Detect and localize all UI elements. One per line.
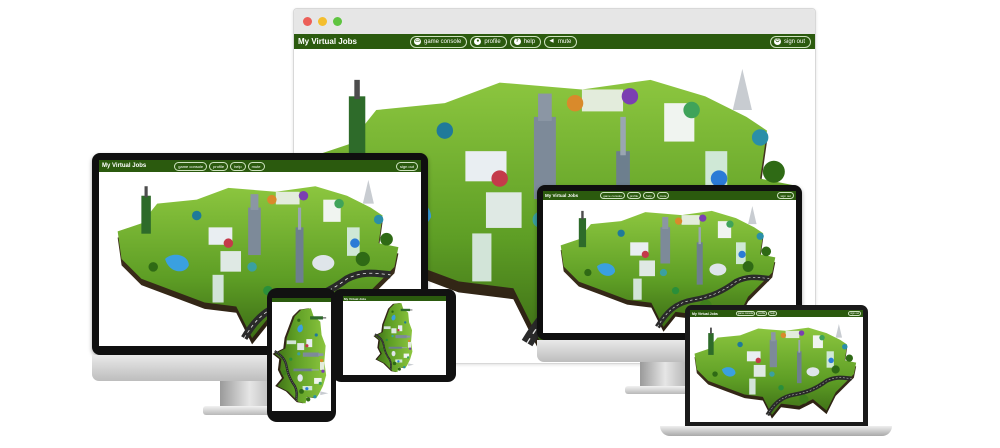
sign-out-button[interactable]: sign out (395, 161, 418, 171)
sign-out-button[interactable]: sign out (777, 192, 794, 199)
main-nav: game console profile help mute (600, 192, 670, 199)
profile-button[interactable]: profile (626, 192, 642, 199)
app-brand: My Virtual Jobs (298, 37, 357, 46)
browser-titlebar (294, 9, 815, 35)
game-console-label: game console (603, 193, 622, 198)
main-nav: ▭ game console ● profile ? help ◀ mute (409, 35, 578, 48)
app-brand: My Virtual Jobs (102, 163, 147, 169)
game-console-button[interactable]: game console (174, 161, 208, 171)
app-screen-phone (272, 298, 331, 411)
minimize-window-button[interactable] (318, 17, 327, 26)
usa-job-map[interactable] (690, 317, 863, 422)
help-icon: ? (513, 38, 521, 45)
power-icon: ⏻ (773, 38, 781, 45)
sign-out-button[interactable]: ⏻ sign out (769, 35, 811, 48)
game-console-button[interactable]: ▭ game console (409, 35, 468, 48)
mute-button[interactable]: mute (656, 192, 670, 199)
mute-button[interactable]: ◀ mute (544, 35, 578, 48)
mute-label: mute (558, 38, 572, 45)
main-nav: game console profile help (735, 311, 777, 316)
profile-label: profile (758, 312, 766, 315)
help-label: help (234, 163, 242, 169)
profile-label: profile (213, 163, 225, 169)
game-console-button[interactable]: game console (600, 192, 625, 199)
help-label: help (523, 38, 536, 45)
game-console-label: game console (423, 38, 462, 45)
help-label: help (770, 312, 775, 315)
help-button[interactable]: help (768, 311, 777, 316)
usa-job-map[interactable] (272, 302, 331, 411)
game-console-label: game console (178, 163, 204, 169)
mute-button[interactable]: mute (247, 161, 265, 171)
main-nav: game console profile help mute (174, 161, 265, 171)
game-console-button[interactable]: game console (735, 311, 756, 316)
help-button[interactable]: ? help (509, 35, 542, 48)
usa-job-map[interactable] (343, 301, 446, 375)
profile-button[interactable]: profile (209, 161, 229, 171)
profile-button[interactable]: profile (756, 311, 768, 316)
close-window-button[interactable] (303, 17, 312, 26)
sign-out-label: sign out (399, 163, 414, 169)
laptop-base (660, 426, 892, 436)
profile-label: profile (629, 193, 639, 198)
game-console-label: game console (737, 312, 754, 315)
help-button[interactable]: help (643, 192, 655, 199)
app-screen-tablet: My Virtual Jobs (343, 296, 446, 375)
sign-out-label: sign out (780, 193, 791, 198)
app-header: My Virtual Jobs ▭ game console ● profile… (294, 34, 815, 49)
app-brand: My Virtual Jobs (545, 193, 579, 198)
app-header: My Virtual Jobs game console profile hel… (690, 310, 863, 317)
app-header: My Virtual Jobs game console profile hel… (99, 160, 421, 172)
app-brand: My Virtual Jobs (344, 296, 367, 301)
mute-label: mute (659, 193, 667, 198)
mute-icon: ◀ (549, 38, 554, 44)
app-screen-laptop: My Virtual Jobs game console profile hel… (690, 310, 863, 422)
sign-out-label: sign out (783, 38, 805, 45)
app-brand: My Virtual Jobs (692, 311, 718, 316)
help-button[interactable]: help (230, 161, 246, 171)
profile-label: profile (484, 38, 501, 45)
sign-out-label: sign out (850, 312, 859, 315)
game-console-icon: ▭ (413, 38, 421, 45)
profile-icon: ● (474, 38, 482, 45)
maximize-window-button[interactable] (333, 17, 342, 26)
help-label: help (646, 193, 652, 198)
app-header: My Virtual Jobs game console profile hel… (543, 191, 796, 200)
mute-label: mute (251, 163, 261, 169)
profile-button[interactable]: ● profile (470, 35, 507, 48)
sign-out-button[interactable]: sign out (848, 311, 861, 316)
